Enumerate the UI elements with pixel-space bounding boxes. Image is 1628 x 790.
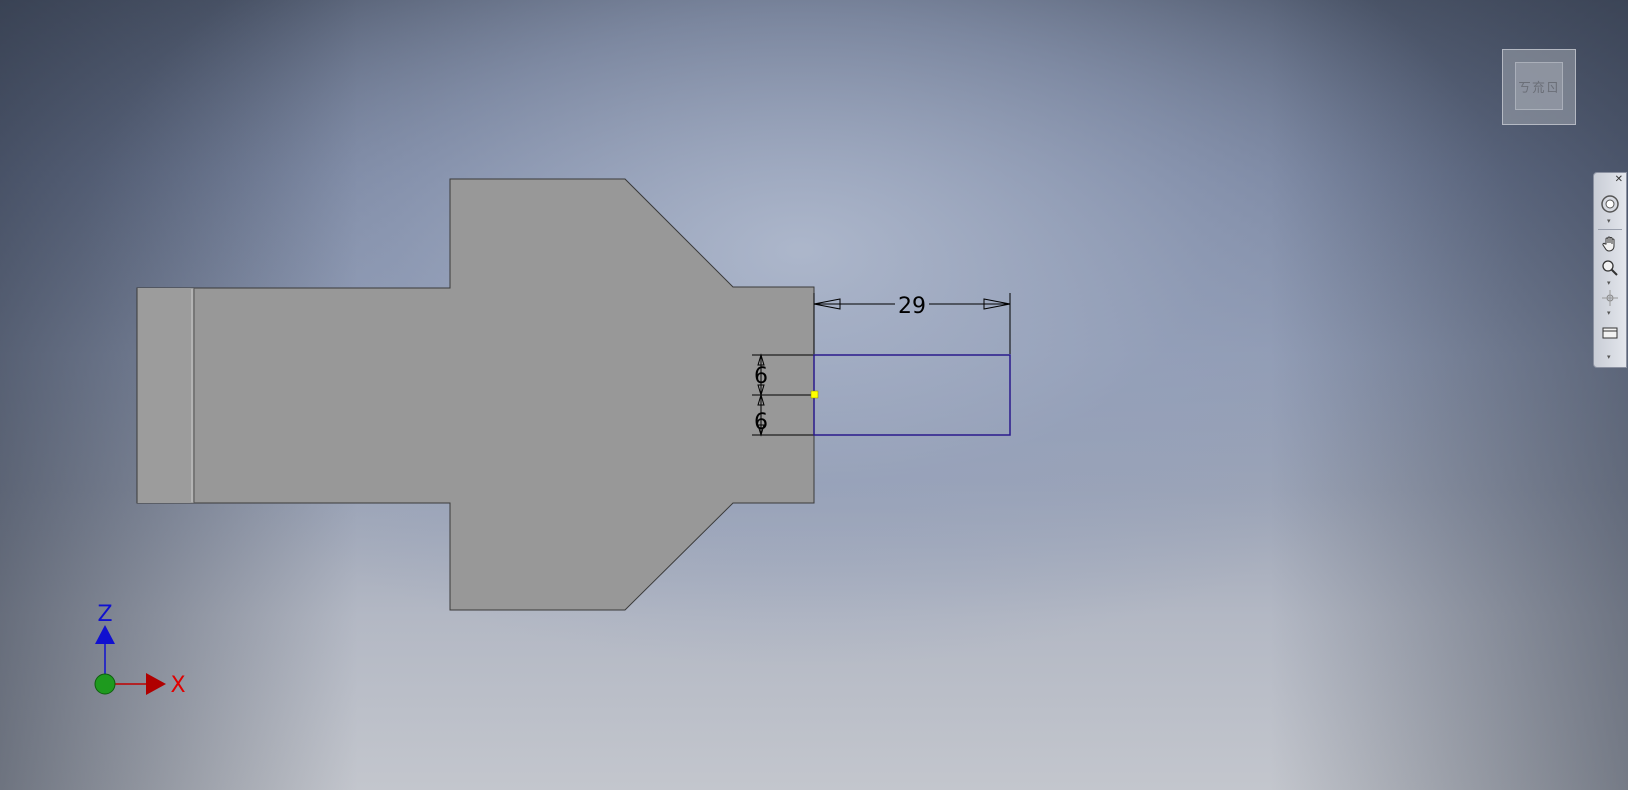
navigation-bar[interactable]: ✕ ▾ ▾ ▾ ▾ — [1593, 172, 1627, 368]
zoom-dropdown-icon[interactable]: ▾ — [1607, 279, 1611, 287]
navbar-separator — [1598, 229, 1622, 230]
dimension-value-29[interactable]: 29 — [898, 294, 926, 319]
sketch-rectangle[interactable] — [813, 354, 1011, 436]
part-end-face[interactable] — [137, 288, 194, 503]
orbit-dropdown-icon[interactable]: ▾ — [1607, 309, 1611, 317]
x-axis-label: X — [170, 673, 185, 698]
part-body[interactable] — [136, 178, 815, 611]
zoom-icon[interactable] — [1599, 257, 1621, 279]
viewcube-face[interactable]: ㄎ㐬ㄖ — [1515, 62, 1563, 110]
navbar-close-icon[interactable]: ✕ — [1615, 174, 1623, 185]
navbar-customize-icon[interactable]: ▾ — [1607, 353, 1611, 361]
model-scene[interactable]: 29 6 6 Z X — [0, 0, 1628, 790]
pan-icon[interactable] — [1599, 233, 1621, 255]
graphics-viewport[interactable]: 29 6 6 Z X ㄎ㐬ㄖ ✕ ▾ ▾ ▾ ▾ — [0, 0, 1628, 790]
steering-wheel-icon[interactable] — [1599, 193, 1621, 215]
x-axis-arrow — [146, 673, 166, 695]
look-at-icon[interactable] — [1599, 321, 1621, 343]
dimension-horizontal[interactable]: 29 — [813, 293, 1011, 354]
dimension-value-6-lower[interactable]: 6 — [754, 410, 768, 435]
axis-triad: Z X — [94, 602, 186, 698]
orbit-icon[interactable] — [1599, 287, 1621, 309]
steering-wheel-dropdown-icon[interactable]: ▾ — [1607, 217, 1611, 225]
z-axis-label: Z — [97, 602, 112, 627]
coincident-constraint-marker[interactable] — [810, 390, 819, 399]
viewcube[interactable]: ㄎ㐬ㄖ — [1502, 49, 1576, 125]
z-axis-arrow — [95, 625, 115, 644]
origin-point — [94, 673, 116, 695]
dimension-value-6-upper[interactable]: 6 — [754, 364, 768, 389]
